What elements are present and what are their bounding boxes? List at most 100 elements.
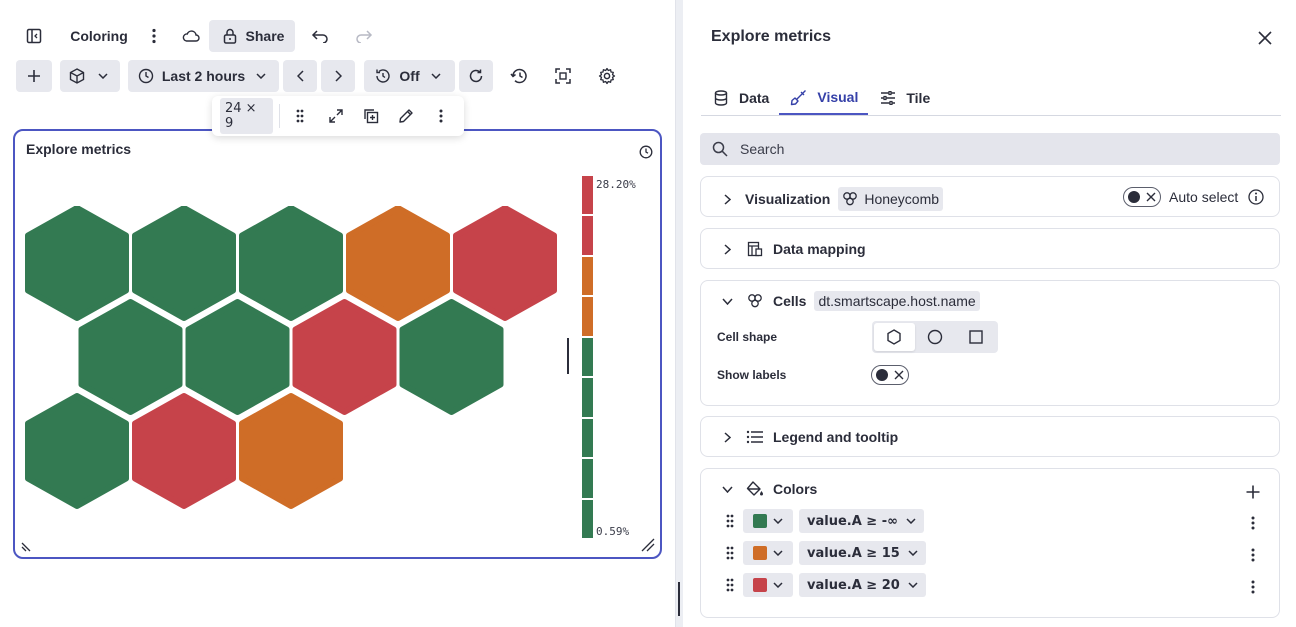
condition-dropdown[interactable]: value.A ≥ 20: [799, 573, 926, 597]
honeycomb-cell[interactable]: [239, 206, 343, 321]
focus-frame-icon: [553, 66, 573, 86]
legend-segment: [582, 337, 593, 377]
visualization-section[interactable]: Visualization Honeycomb Auto select: [700, 176, 1280, 217]
condition-dropdown[interactable]: value.A ≥ -∞: [799, 509, 924, 533]
duplicate-icon[interactable]: [356, 106, 385, 126]
refresh-icon: [466, 66, 486, 86]
color-picker-button[interactable]: [743, 573, 793, 597]
add-color-rule-icon[interactable]: [1243, 482, 1263, 502]
redo-button[interactable]: [352, 24, 376, 48]
auto-select-label: Auto select: [1169, 189, 1239, 205]
timeframe-clock-icon[interactable]: [636, 142, 656, 162]
panel-tabs: Data Visual Tile: [701, 80, 1281, 116]
honeycomb-cell[interactable]: [453, 206, 557, 321]
more-options-button[interactable]: [144, 24, 164, 48]
show-labels-switch[interactable]: [871, 365, 909, 385]
resize-handle-right-icon[interactable]: [641, 538, 655, 552]
info-icon[interactable]: [1246, 187, 1266, 207]
history-button[interactable]: [506, 62, 532, 90]
auto-refresh-selector[interactable]: Off: [364, 60, 455, 92]
hexagon-icon: [887, 329, 902, 345]
color-swatch: [753, 514, 767, 528]
fullscreen-button[interactable]: [550, 62, 576, 90]
timeframe-back-button[interactable]: [283, 60, 317, 92]
honeycomb-cell[interactable]: [132, 206, 236, 321]
dashboard-canvas: Coloring Share Last 2 hours Off Explore …: [0, 0, 680, 627]
segments-dropdown[interactable]: [60, 60, 120, 92]
color-picker-button[interactable]: [743, 509, 793, 533]
legend-max-label: 28.20%: [596, 178, 636, 191]
circle-option[interactable]: [915, 323, 956, 351]
honeycomb-cell[interactable]: [78, 299, 183, 415]
sidebar-icon: [24, 26, 44, 46]
sidebar-toggle-button[interactable]: [22, 24, 46, 48]
color-rule-row: value.A ≥ 15: [723, 541, 926, 565]
honeycomb-chart: [25, 206, 557, 509]
color-swatch: [753, 546, 767, 560]
refresh-label: Off: [399, 68, 420, 84]
legend-segment: [582, 297, 593, 336]
legend-min-label: 0.59%: [596, 525, 630, 538]
expand-icon[interactable]: [321, 106, 350, 126]
more-vertical-icon[interactable]: [1243, 577, 1263, 597]
auto-select-switch[interactable]: [1123, 187, 1161, 207]
honeycomb-tile[interactable]: Explore metrics 28.20% 0.59%: [13, 129, 662, 559]
condition-dropdown[interactable]: value.A ≥ 15: [799, 541, 926, 565]
hexagon-option[interactable]: [874, 323, 915, 351]
color-rule-row: value.A ≥ 20: [723, 573, 926, 597]
more-vertical-icon[interactable]: [1243, 545, 1263, 565]
square-option[interactable]: [955, 323, 996, 351]
paint-bucket-icon: [745, 479, 765, 499]
honeycomb-cell[interactable]: [292, 299, 397, 415]
legend-segment: [582, 459, 593, 498]
more-vertical-icon[interactable]: [427, 106, 456, 126]
share-button[interactable]: Share: [209, 20, 295, 52]
settings-button[interactable]: [594, 62, 620, 90]
square-icon: [968, 330, 983, 344]
show-labels-label: Show labels: [717, 368, 787, 382]
panel-resize-handle[interactable]: [678, 582, 680, 616]
chevron-down-icon[interactable]: [717, 291, 737, 311]
search-icon: [710, 139, 730, 159]
honeycomb-cell[interactable]: [399, 299, 504, 415]
tab-tile-label: Tile: [906, 89, 931, 106]
honeycomb-cell[interactable]: [346, 206, 450, 321]
undo-icon: [310, 26, 330, 46]
legend-tooltip-label: Legend and tooltip: [773, 429, 899, 445]
honeycomb-cell[interactable]: [132, 393, 236, 509]
legend-tooltip-section[interactable]: Legend and tooltip: [700, 416, 1280, 457]
tab-data[interactable]: Data: [701, 80, 779, 115]
refresh-button[interactable]: [459, 60, 493, 92]
drag-handle-icon[interactable]: [286, 106, 315, 126]
chevron-down-icon: [251, 66, 271, 86]
drag-handle-icon[interactable]: [723, 511, 737, 531]
legend-divider: [567, 338, 569, 374]
chevron-down-icon[interactable]: [717, 479, 737, 499]
resize-handle-left-icon[interactable]: [21, 538, 35, 552]
edit-pencil-icon[interactable]: [392, 106, 421, 126]
tile-toolbar: 24 × 9: [212, 96, 464, 136]
tab-visual[interactable]: Visual: [779, 80, 869, 115]
tab-tile[interactable]: Tile: [868, 80, 940, 115]
search-input[interactable]: Search: [700, 133, 1280, 165]
more-vertical-icon[interactable]: [1243, 513, 1263, 533]
drag-handle-icon[interactable]: [723, 543, 737, 563]
close-icon[interactable]: [1255, 28, 1275, 48]
auto-select-toggle[interactable]: Auto select: [1123, 187, 1266, 207]
honeycomb-cell[interactable]: [239, 393, 343, 509]
undo-button[interactable]: [308, 24, 332, 48]
timeframe-selector[interactable]: Last 2 hours: [128, 60, 279, 92]
honeycomb-cell[interactable]: [185, 299, 290, 415]
dashboard-name[interactable]: Coloring: [64, 22, 134, 50]
timeframe-forward-button[interactable]: [321, 60, 355, 92]
legend-segment: [582, 499, 593, 538]
gear-icon: [597, 66, 617, 86]
color-picker-button[interactable]: [743, 541, 793, 565]
honeycomb-cell[interactable]: [25, 393, 129, 509]
data-mapping-section[interactable]: Data mapping: [700, 228, 1280, 269]
add-tile-button[interactable]: [16, 60, 52, 92]
cloud-save-button[interactable]: [178, 24, 204, 48]
chevron-right-icon: [717, 239, 737, 259]
honeycomb-cell[interactable]: [25, 206, 129, 321]
drag-handle-icon[interactable]: [723, 575, 737, 595]
